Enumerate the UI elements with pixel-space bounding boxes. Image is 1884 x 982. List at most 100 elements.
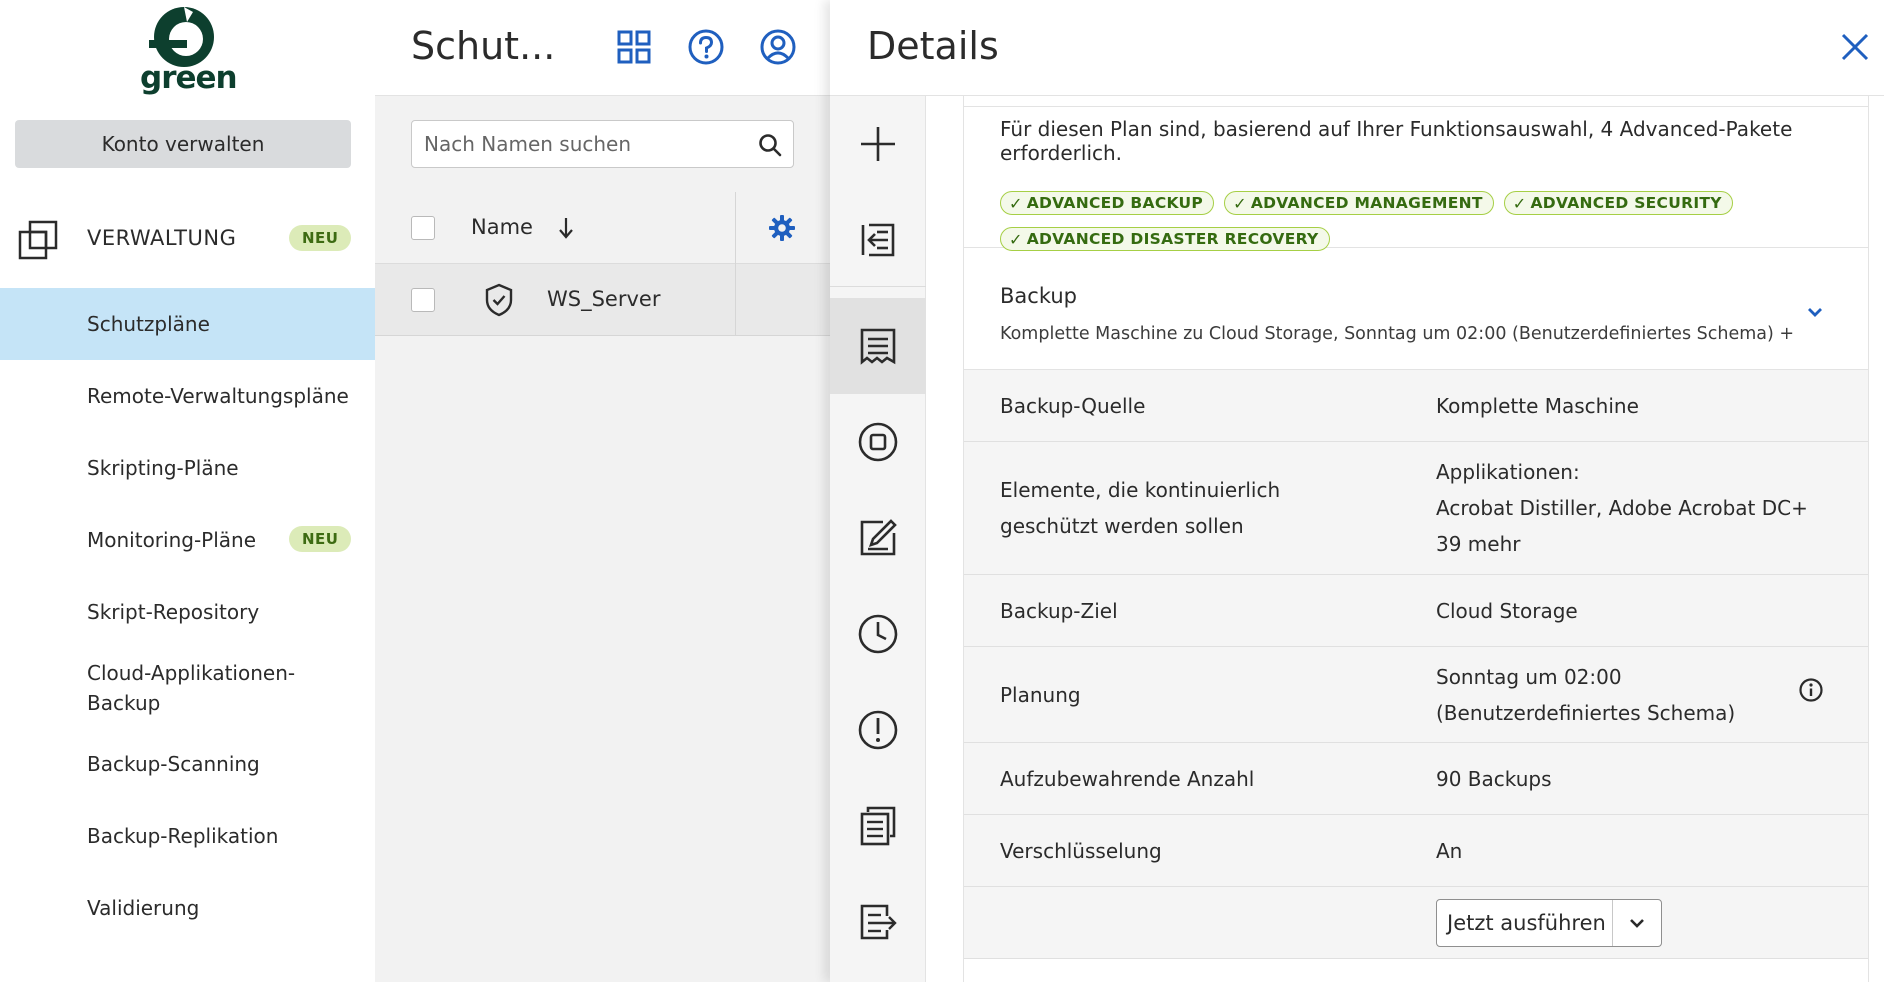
sidebar-item-protection-plans[interactable]: Schutzpläne [0,288,375,360]
add-button[interactable] [830,96,926,192]
property-schedule: Planung Sonntag um 02:00 (Benutzerdefini… [964,647,1868,743]
info-icon[interactable] [1798,677,1824,703]
tag-advanced-management: ✓ ADVANCED MANAGEMENT [1224,191,1494,215]
details-title: Details [867,24,999,68]
property-value: An [1436,839,1463,863]
history-button[interactable] [830,586,926,682]
property-label: Aufzubewahrende Anzahl [1000,767,1255,791]
plan-name: WS_Server [547,287,661,311]
rail-divider [830,286,926,287]
pages-stack-icon [18,220,58,260]
row-checkbox[interactable] [411,288,435,312]
tag-advanced-security: ✓ ADVANCED SECURITY [1503,191,1733,215]
check-icon: ✓ [1009,229,1023,249]
edit-button[interactable] [830,490,926,586]
stop-button[interactable] [830,394,926,490]
import-button[interactable] [830,192,926,288]
new-badge: NEU [289,526,352,552]
select-all-checkbox[interactable] [411,216,435,240]
copy-button[interactable] [830,778,926,874]
account-icon[interactable] [759,28,797,66]
sort-descending-icon[interactable] [555,214,577,242]
chevron-down-icon [1630,919,1645,928]
copy-icon [860,806,896,846]
run-action-row: Jetzt ausführen [964,887,1868,959]
chevron-down-icon[interactable] [1804,304,1826,320]
run-now-split-button: Jetzt ausführen [1436,899,1662,947]
property-label: Backup-Quelle [1000,394,1146,418]
backup-title: Backup [1000,284,1077,308]
section-management[interactable]: VERWALTUNG NEU [0,210,375,270]
value-line: Acrobat Distiller, Adobe Acrobat DC+ 39 … [1436,496,1808,556]
sidebar-item-script-repository[interactable]: Skript-Repository [0,576,375,648]
alert-icon [858,710,898,750]
sidebar: green Konto verwalten VERWALTUNG NEU Sch… [0,0,375,982]
close-icon[interactable] [1838,30,1872,64]
stop-icon [858,422,898,462]
column-header-name[interactable]: Name [471,215,533,239]
property-value: 90 Backups [1436,767,1552,791]
export-icon [860,904,897,940]
tag-label: ADVANCED SECURITY [1530,194,1722,212]
tag-label: ADVANCED BACKUP [1026,194,1204,212]
details-content: Für diesen Plan sind, basierend auf Ihre… [963,96,1869,982]
sidebar-item-cloud-app-backup[interactable]: Cloud-Applikationen-Backup [0,648,375,728]
property-value: Applikationen: Acrobat Distiller, Adobe … [1436,454,1836,562]
sidebar-item-validation[interactable]: Validierung [0,872,375,944]
details-header: Details [830,0,1884,96]
sidebar-item-label: Validierung [87,896,200,920]
sidebar-item-scripting-plans[interactable]: Skripting-Pläne [0,432,375,504]
notice-text: Für diesen Plan sind, basierend auf Ihre… [1000,117,1793,165]
sidebar-item-remote-management-plans[interactable]: Remote-Verwaltungspläne [0,360,375,432]
table-row[interactable]: WS_Server [375,264,830,336]
check-icon: ✓ [1512,193,1527,213]
column-divider [735,192,736,336]
check-icon: ✓ [1233,193,1247,213]
search-box [411,120,794,168]
sidebar-item-label: Skript-Repository [87,600,260,624]
sidebar-item-label: Remote-Verwaltungspläne [87,384,349,408]
clock-icon [858,614,898,654]
details-button[interactable] [830,298,926,394]
brand-name: green [140,60,238,96]
sidebar-item-label: Schutzpläne [87,312,210,336]
edit-icon [860,519,897,556]
details-panel: Details Für diesen Plan sind, basierend … [830,0,1884,982]
help-icon[interactable] [687,28,725,66]
grid-icon[interactable] [615,28,653,66]
search-input[interactable] [412,121,732,167]
property-retention: Aufzubewahrende Anzahl 90 Backups [964,743,1868,815]
backup-section-header[interactable]: Backup Komplette Maschine zu Cloud Stora… [964,248,1868,370]
property-backup-destination: Backup-Ziel Cloud Storage [964,575,1868,647]
property-value: Komplette Maschine [1436,394,1639,418]
tag-label: ADVANCED DISASTER RECOVERY [1026,230,1319,248]
run-options-dropdown[interactable] [1613,900,1661,946]
sidebar-item-backup-replication[interactable]: Backup-Replikation [0,800,375,872]
plus-icon [861,127,895,161]
property-protected-items: Elemente, die kontinuierlich geschützt w… [964,442,1868,575]
export-button[interactable] [830,874,926,970]
tag-label: ADVANCED MANAGEMENT [1250,194,1483,212]
property-value: Cloud Storage [1436,599,1578,623]
plans-header: Schut... [375,0,830,96]
property-label: Backup-Ziel [1000,599,1118,623]
gear-icon[interactable] [768,214,796,242]
property-value: Sonntag um 02:00 (Benutzerdefiniertes Sc… [1436,665,1736,725]
section-title: VERWALTUNG [87,226,237,250]
sidebar-item-backup-scanning[interactable]: Backup-Scanning [0,728,375,800]
new-badge: NEU [289,225,352,251]
backup-summary: Komplette Maschine zu Cloud Storage, Son… [1000,324,1800,344]
sidebar-nav: Schutzpläne Remote-Verwaltungspläne Skri… [0,288,375,944]
search-icon[interactable] [757,132,783,158]
sidebar-item-label: Cloud-Applikationen-Backup [87,661,296,715]
run-now-button[interactable]: Jetzt ausführen [1437,911,1612,935]
action-rail [830,96,926,982]
sidebar-item-monitoring-plans[interactable]: Monitoring-Pläne NEU [0,504,375,576]
alerts-button[interactable] [830,682,926,778]
property-encryption: Verschlüsselung An [964,815,1868,887]
shield-check-icon [485,283,513,317]
advanced-packages-notice: Für diesen Plan sind, basierend auf Ihre… [964,106,1868,251]
sidebar-item-label: Skripting-Pläne [87,456,239,480]
tag-advanced-backup: ✓ ADVANCED BACKUP [1000,191,1215,215]
manage-account-button[interactable]: Konto verwalten [15,120,351,168]
